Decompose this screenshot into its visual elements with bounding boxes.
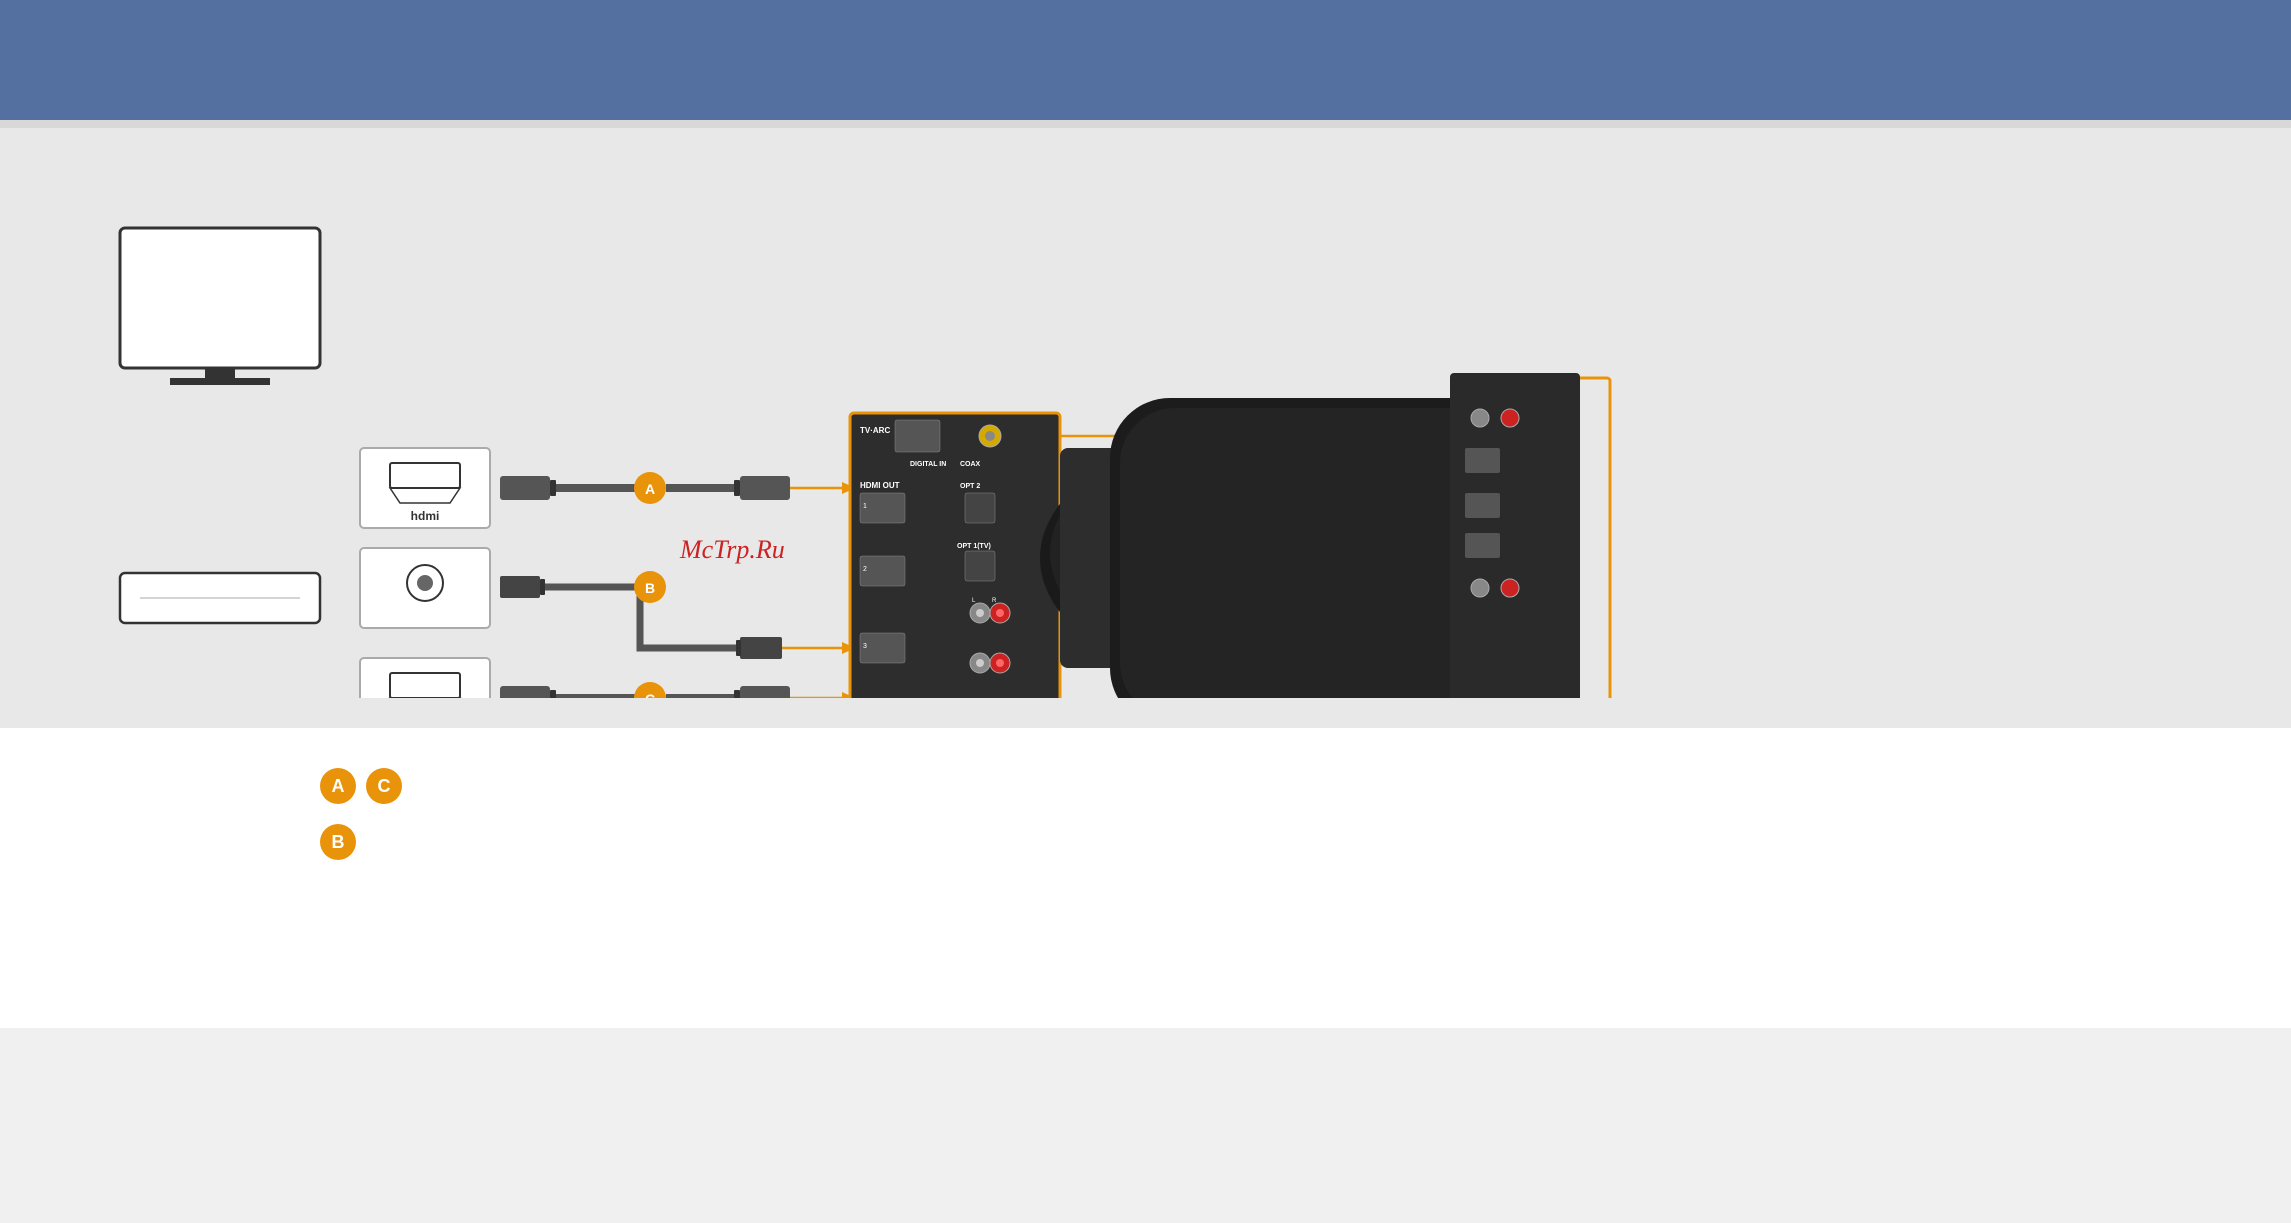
- top-banner: [0, 0, 2291, 120]
- svg-text:McTrp.Ru: McTrp.Ru: [679, 535, 785, 564]
- svg-text:1: 1: [863, 503, 867, 510]
- svg-text:OPT 2: OPT 2: [960, 483, 980, 490]
- svg-text:hdmi: hdmi: [411, 509, 440, 523]
- badge-c: C: [366, 768, 402, 804]
- svg-text:OPT 1(TV): OPT 1(TV): [957, 543, 991, 550]
- main-diagram-area: hdmi hdmi A B: [0, 128, 2291, 728]
- svg-text:R: R: [992, 598, 997, 604]
- badge-a: A: [320, 768, 356, 804]
- bottom-info-area: A C B: [0, 728, 2291, 1028]
- separator: [0, 120, 2291, 128]
- svg-text:HDMI OUT: HDMI OUT: [860, 481, 900, 490]
- svg-text:TV·ARC: TV·ARC: [860, 426, 890, 435]
- connection-diagram: hdmi hdmi A B: [60, 158, 2240, 698]
- svg-text:C: C: [645, 691, 655, 698]
- svg-text:3: 3: [863, 643, 867, 650]
- svg-text:2: 2: [863, 566, 867, 573]
- bottom-badge-row-b: B: [60, 824, 2231, 860]
- svg-text:DIGITAL IN: DIGITAL IN: [910, 461, 946, 468]
- svg-text:COAX: COAX: [960, 461, 981, 468]
- svg-text:B: B: [645, 580, 655, 596]
- svg-text:A: A: [645, 481, 655, 497]
- bottom-badge-row-ac: A C: [60, 768, 2231, 804]
- badge-b: B: [320, 824, 356, 860]
